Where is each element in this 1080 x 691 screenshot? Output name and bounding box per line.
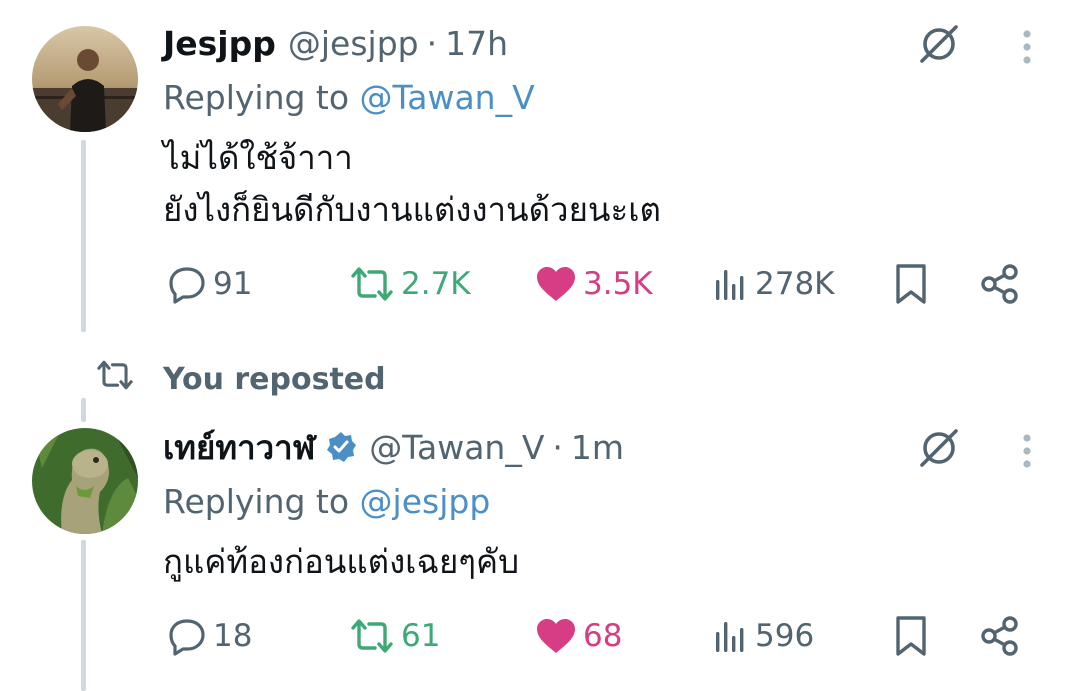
retweet-button[interactable]: 61 [349, 610, 440, 662]
replying-to-label: Replying to [163, 78, 350, 117]
views-button[interactable]: 278K [713, 258, 835, 310]
reply-button[interactable]: 91 [167, 258, 252, 310]
mention-link[interactable]: @jesjpp [360, 482, 491, 521]
views-chart-icon [713, 618, 749, 654]
action-bar: 91 2.7K 3.5K 278K [163, 258, 1033, 310]
grok-icon[interactable] [914, 424, 964, 472]
like-count: 68 [583, 618, 623, 654]
retweet-button[interactable]: 2.7K [349, 258, 471, 310]
bookmark-icon [893, 263, 929, 305]
tweet-text: กูแค่ท้องก่อนแต่งเฉยๆคับ [163, 536, 519, 588]
views-count: 278K [755, 266, 835, 302]
timestamp[interactable]: 17h [445, 24, 508, 63]
like-count: 3.5K [583, 266, 653, 302]
reply-icon [167, 264, 207, 304]
thread-line-bottom [81, 540, 86, 691]
retweet-icon [349, 616, 395, 656]
replying-to: Replying to @jesjpp [163, 482, 490, 521]
verified-badge-icon [325, 431, 357, 463]
reply-button[interactable]: 18 [167, 610, 252, 662]
retweet-icon [95, 358, 135, 400]
repost-indicator: You reposted [95, 356, 386, 402]
more-vertical-icon[interactable] [1012, 430, 1042, 472]
avatar[interactable] [32, 26, 138, 132]
reply-icon [167, 616, 207, 656]
tweet-text: ไม่ได้ใช้จ้าาา ยังไงก็ยินดีกับงานแต่งงาน… [163, 132, 661, 236]
timestamp[interactable]: 1m [571, 428, 624, 467]
like-button[interactable]: 68 [535, 610, 622, 662]
share-button[interactable] [979, 610, 1021, 662]
reply-count: 18 [213, 618, 253, 654]
replying-to: Replying to @Tawan_V [163, 78, 535, 117]
repost-label: You reposted [163, 361, 386, 397]
views-button[interactable]: 596 [713, 610, 814, 662]
heart-icon [535, 617, 577, 655]
retweet-count: 2.7K [401, 266, 471, 302]
tweet-header: Jesjpp @jesjpp · 17h [163, 18, 508, 68]
grok-icon[interactable] [914, 20, 964, 68]
tweet-text-line: กูแค่ท้องก่อนแต่งเฉยๆคับ [163, 542, 520, 581]
views-count: 596 [755, 618, 815, 654]
thread-line-top [81, 140, 86, 332]
user-handle[interactable]: @Tawan_V [369, 428, 544, 467]
share-icon [979, 615, 1021, 657]
thread-line-connector [81, 398, 86, 422]
bookmark-button[interactable] [893, 610, 929, 662]
action-bar: 18 61 68 596 [163, 610, 1033, 662]
like-button[interactable]: 3.5K [535, 258, 653, 310]
retweet-count: 61 [401, 618, 441, 654]
bookmark-button[interactable] [893, 258, 929, 310]
share-icon [979, 263, 1021, 305]
display-name[interactable]: เทย์ทาวาฬ [163, 421, 315, 474]
user-handle[interactable]: @jesjpp [288, 24, 419, 63]
avatar[interactable] [32, 428, 138, 534]
separator-dot: · [426, 23, 438, 63]
display-name[interactable]: Jesjpp [163, 24, 276, 63]
more-vertical-icon[interactable] [1012, 26, 1042, 68]
reply-count: 91 [213, 266, 253, 302]
tweet-text-line: ไม่ได้ใช้จ้าาา [163, 138, 353, 177]
mention-link[interactable]: @Tawan_V [360, 78, 535, 117]
replying-to-label: Replying to [163, 482, 350, 521]
tweet-header: เทย์ทาวาฬ @Tawan_V · 1m [163, 422, 624, 472]
tweet-text-line: ยังไงก็ยินดีกับงานแต่งงานด้วยนะเต [163, 190, 661, 229]
views-chart-icon [713, 266, 749, 302]
share-button[interactable] [979, 258, 1021, 310]
separator-dot: · [552, 427, 563, 467]
bookmark-icon [893, 615, 929, 657]
retweet-icon [349, 264, 395, 304]
heart-icon [535, 265, 577, 303]
